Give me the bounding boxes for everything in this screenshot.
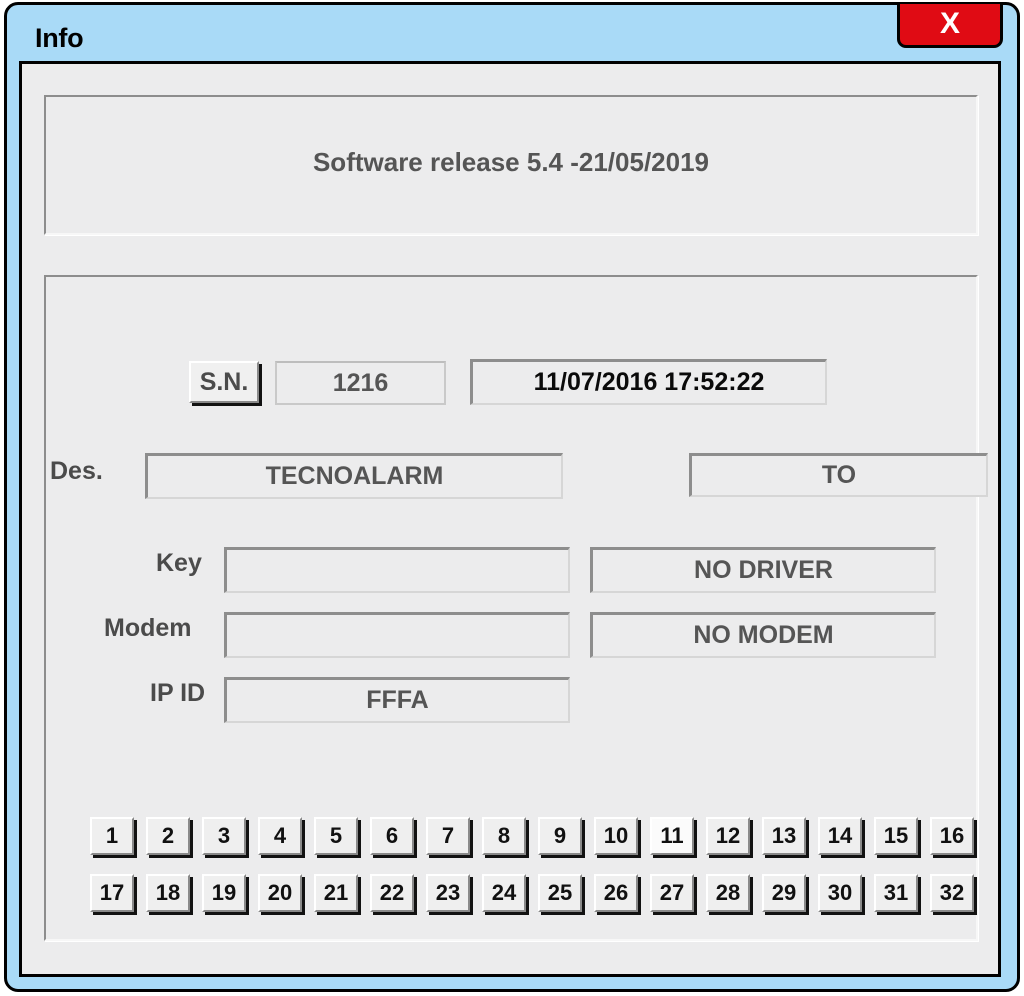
close-icon: X bbox=[939, 6, 960, 40]
software-release-text: Software release 5.4 -21/05/2019 bbox=[312, 147, 710, 177]
zone-button-30[interactable]: 30 bbox=[818, 874, 862, 912]
zone-button-2[interactable]: 2 bbox=[146, 817, 190, 855]
serial-number-value: 1216 bbox=[275, 361, 446, 405]
client-area: Software release 5.4 -21/05/2019 S.N. 12… bbox=[19, 61, 1001, 977]
driver-status-value: NO DRIVER bbox=[590, 547, 936, 593]
zone-button-20[interactable]: 20 bbox=[258, 874, 302, 912]
key-value bbox=[224, 547, 570, 593]
zone-button-25[interactable]: 25 bbox=[538, 874, 582, 912]
device-info-panel: S.N. 1216 11/07/2016 17:52:22 Des. TECNO… bbox=[44, 275, 988, 941]
software-release-panel: Software release 5.4 -21/05/2019 bbox=[44, 95, 978, 235]
zone-button-28[interactable]: 28 bbox=[706, 874, 750, 912]
close-button[interactable]: X bbox=[897, 4, 1003, 48]
description-value: TECNOALARM bbox=[145, 453, 563, 499]
zone-button-21[interactable]: 21 bbox=[314, 874, 358, 912]
zone-button-26[interactable]: 26 bbox=[594, 874, 638, 912]
zone-button-12[interactable]: 12 bbox=[706, 817, 750, 855]
description-label: Des. bbox=[50, 457, 103, 485]
zone-button-23[interactable]: 23 bbox=[426, 874, 470, 912]
zone-button-7[interactable]: 7 bbox=[426, 817, 470, 855]
zone-button-14[interactable]: 14 bbox=[818, 817, 862, 855]
zone-button-row-1: 1 2 3 4 5 6 7 8 9 10 11 12 13 14 15 16 bbox=[90, 817, 974, 855]
zone-button-3[interactable]: 3 bbox=[202, 817, 246, 855]
zone-button-6[interactable]: 6 bbox=[370, 817, 414, 855]
zone-button-5[interactable]: 5 bbox=[314, 817, 358, 855]
zone-button-24[interactable]: 24 bbox=[482, 874, 526, 912]
zone-button-27[interactable]: 27 bbox=[650, 874, 694, 912]
modem-status-value: NO MODEM bbox=[590, 612, 936, 658]
ip-id-label: IP ID bbox=[150, 679, 206, 707]
zone-button-8[interactable]: 8 bbox=[482, 817, 526, 855]
zone-button-18[interactable]: 18 bbox=[146, 874, 190, 912]
zone-button-19[interactable]: 19 bbox=[202, 874, 246, 912]
window-title: Info bbox=[35, 23, 84, 53]
zone-button-13[interactable]: 13 bbox=[762, 817, 806, 855]
ip-id-value: FFFA bbox=[224, 677, 570, 723]
zone-button-10[interactable]: 10 bbox=[594, 817, 638, 855]
key-label: Key bbox=[156, 549, 202, 577]
modem-value bbox=[224, 612, 570, 658]
title-bar: Info X bbox=[7, 4, 1017, 61]
modem-label: Modem bbox=[104, 614, 192, 642]
zone-button-16[interactable]: 16 bbox=[930, 817, 974, 855]
zone-button-17[interactable]: 17 bbox=[90, 874, 134, 912]
zone-button-31[interactable]: 31 bbox=[874, 874, 918, 912]
city-value: TO bbox=[689, 453, 988, 497]
serial-number-button[interactable]: S.N. bbox=[189, 361, 259, 403]
zone-button-9[interactable]: 9 bbox=[538, 817, 582, 855]
zone-button-11[interactable]: 11 bbox=[650, 817, 694, 855]
zone-button-4[interactable]: 4 bbox=[258, 817, 302, 855]
zone-button-row-2: 17 18 19 20 21 22 23 24 25 26 27 28 29 30 31 32 bbox=[90, 874, 974, 912]
zone-button-15[interactable]: 15 bbox=[874, 817, 918, 855]
zone-button-1[interactable]: 1 bbox=[90, 817, 134, 855]
zone-button-32[interactable]: 32 bbox=[930, 874, 974, 912]
zone-button-22[interactable]: 22 bbox=[370, 874, 414, 912]
info-window: Info X Software release 5.4 -21/05/2019 … bbox=[4, 2, 1020, 992]
datetime-value: 11/07/2016 17:52:22 bbox=[470, 359, 827, 405]
zone-button-29[interactable]: 29 bbox=[762, 874, 806, 912]
